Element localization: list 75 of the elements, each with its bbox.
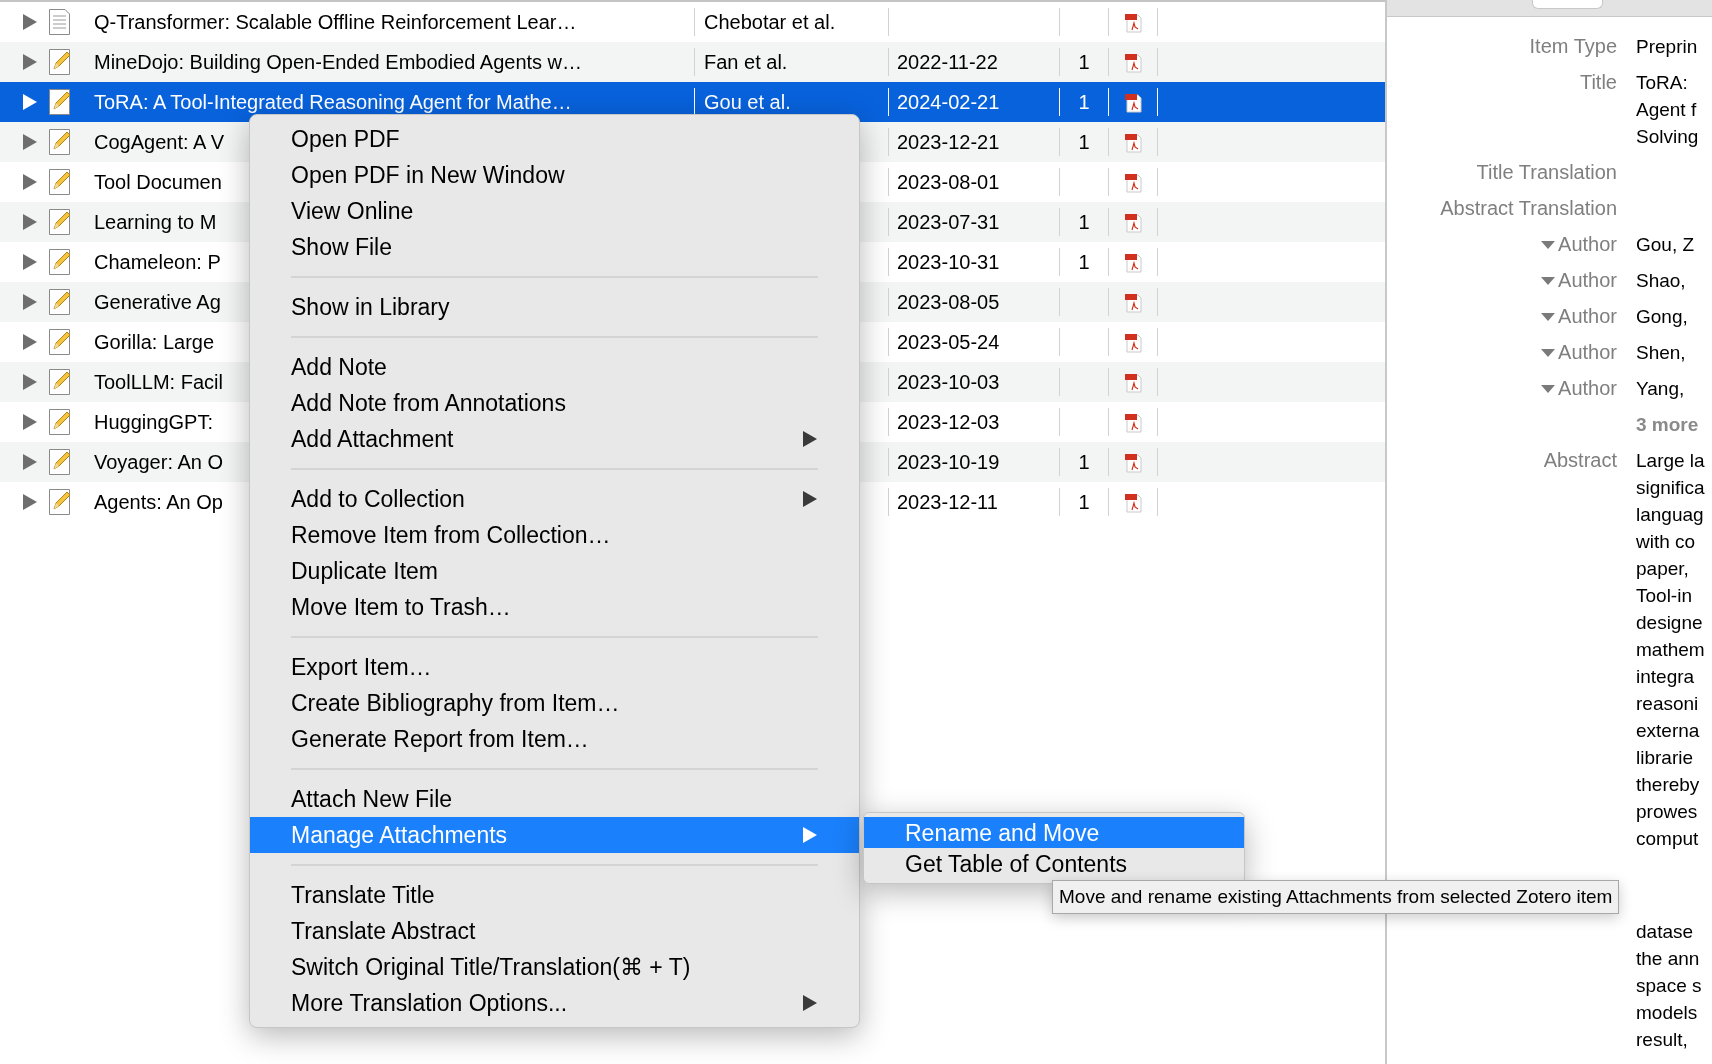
field-value: designe — [1636, 611, 1704, 635]
field-value: significa — [1636, 476, 1705, 500]
field-value: Gou, Z — [1636, 233, 1695, 257]
field-label: Title — [1579, 70, 1617, 95]
field-label: Author — [1558, 268, 1617, 293]
title-cell: Gorilla: Large — [94, 331, 215, 353]
field-value: Tool-in — [1636, 584, 1693, 608]
title-cell: HuggingGPT: — [94, 411, 213, 433]
field-value: mathem — [1636, 638, 1705, 662]
field-value: integra — [1636, 665, 1696, 689]
count-cell-text: 1 — [1078, 50, 1090, 75]
title-cell: ToolLLM: Facil — [94, 371, 223, 393]
title-cell: ToRA: A Tool-Integrated Reasoning Agent for Mathe… — [94, 91, 572, 113]
creator-cell: Fan et al. — [704, 51, 788, 73]
date-cell: 2023-08-01 — [897, 171, 1000, 193]
title-cell: Learning to M — [94, 211, 217, 233]
field-value: externa — [1636, 719, 1701, 743]
field-value: Preprin — [1636, 35, 1698, 59]
title-cell: Agents: An Op — [94, 491, 223, 513]
date-cell: 2023-12-03 — [897, 411, 1000, 433]
field-value: Shao, — [1636, 269, 1686, 293]
date-cell: 2023-10-19 — [897, 451, 1000, 473]
count-cell-text: 1 — [1078, 130, 1090, 155]
date-cell: 2023-10-03 — [897, 371, 1000, 393]
count-cell-text: 1 — [1078, 90, 1090, 115]
field-value: languag — [1636, 503, 1705, 527]
creator-cell: Chebotar et al. — [704, 11, 836, 33]
field-value: thereby — [1636, 773, 1701, 797]
title-cell: Chameleon: P — [94, 251, 221, 273]
count-cell-text: 1 — [1078, 210, 1090, 235]
field-value: result, — [1636, 1028, 1689, 1052]
field-value: with co — [1636, 530, 1697, 554]
count-cell-text: 1 — [1078, 250, 1090, 275]
date-cell: 2023-12-11 — [897, 491, 998, 513]
field-value: Yang, — [1636, 377, 1685, 401]
date-cell: 2023-12-21 — [897, 131, 1000, 153]
creator-cell: Gou et al. — [704, 91, 791, 113]
field-label: Author — [1558, 232, 1617, 257]
title-cell: Q-Transformer: Scalable Offline Reinforcement Lear… — [94, 11, 577, 33]
field-label: Title Translation — [1476, 160, 1617, 185]
field-label: Author — [1558, 376, 1617, 401]
field-value: space s — [1636, 974, 1703, 998]
title-cell: Tool Documen — [94, 171, 222, 193]
field-value: models — [1636, 1001, 1699, 1025]
date-cell: 2023-07-31 — [897, 211, 1000, 233]
field-value: Agent f — [1636, 98, 1698, 122]
date-cell: 2023-05-24 — [897, 331, 1000, 353]
field-label: Item Type — [1529, 34, 1617, 59]
field-value: datase — [1636, 920, 1695, 944]
field-value: paper, — [1636, 557, 1690, 581]
date-cell: 2024-02-21 — [897, 91, 1000, 113]
title-cell: Voyager: An O — [94, 451, 223, 473]
count-cell-text: 1 — [1078, 490, 1090, 515]
field-value: Gong, — [1636, 305, 1688, 329]
tooltip-text: Move and rename existing Attachments from selected Zotero item — [1059, 884, 1613, 909]
field-value: librarie — [1636, 746, 1695, 770]
field-value: Shen, — [1636, 341, 1686, 365]
title-cell: Generative Ag — [94, 291, 221, 313]
date-cell: 2023-08-05 — [897, 291, 1000, 313]
field-label: Author — [1558, 304, 1617, 329]
field-value: Large la — [1636, 449, 1705, 473]
field-value: ToRA: — [1636, 71, 1689, 95]
field-value: reasoni — [1636, 692, 1700, 716]
date-cell: 2022-11-22 — [897, 51, 998, 73]
title-cell: MineDojo: Building Open-Ended Embodied Agents w… — [94, 51, 583, 73]
field-value: Solving — [1636, 125, 1699, 149]
field-label: Author — [1558, 340, 1617, 365]
field-label: Abstract — [1543, 448, 1617, 473]
field-value: prowes — [1636, 800, 1699, 824]
field-value: comput — [1636, 827, 1700, 851]
count-cell-text: 1 — [1078, 450, 1090, 475]
field-label: Abstract Translation — [1440, 196, 1617, 221]
date-cell: 2023-10-31 — [897, 251, 1000, 273]
field-value: the ann — [1636, 947, 1701, 971]
title-cell: CogAgent: A V — [94, 131, 225, 153]
